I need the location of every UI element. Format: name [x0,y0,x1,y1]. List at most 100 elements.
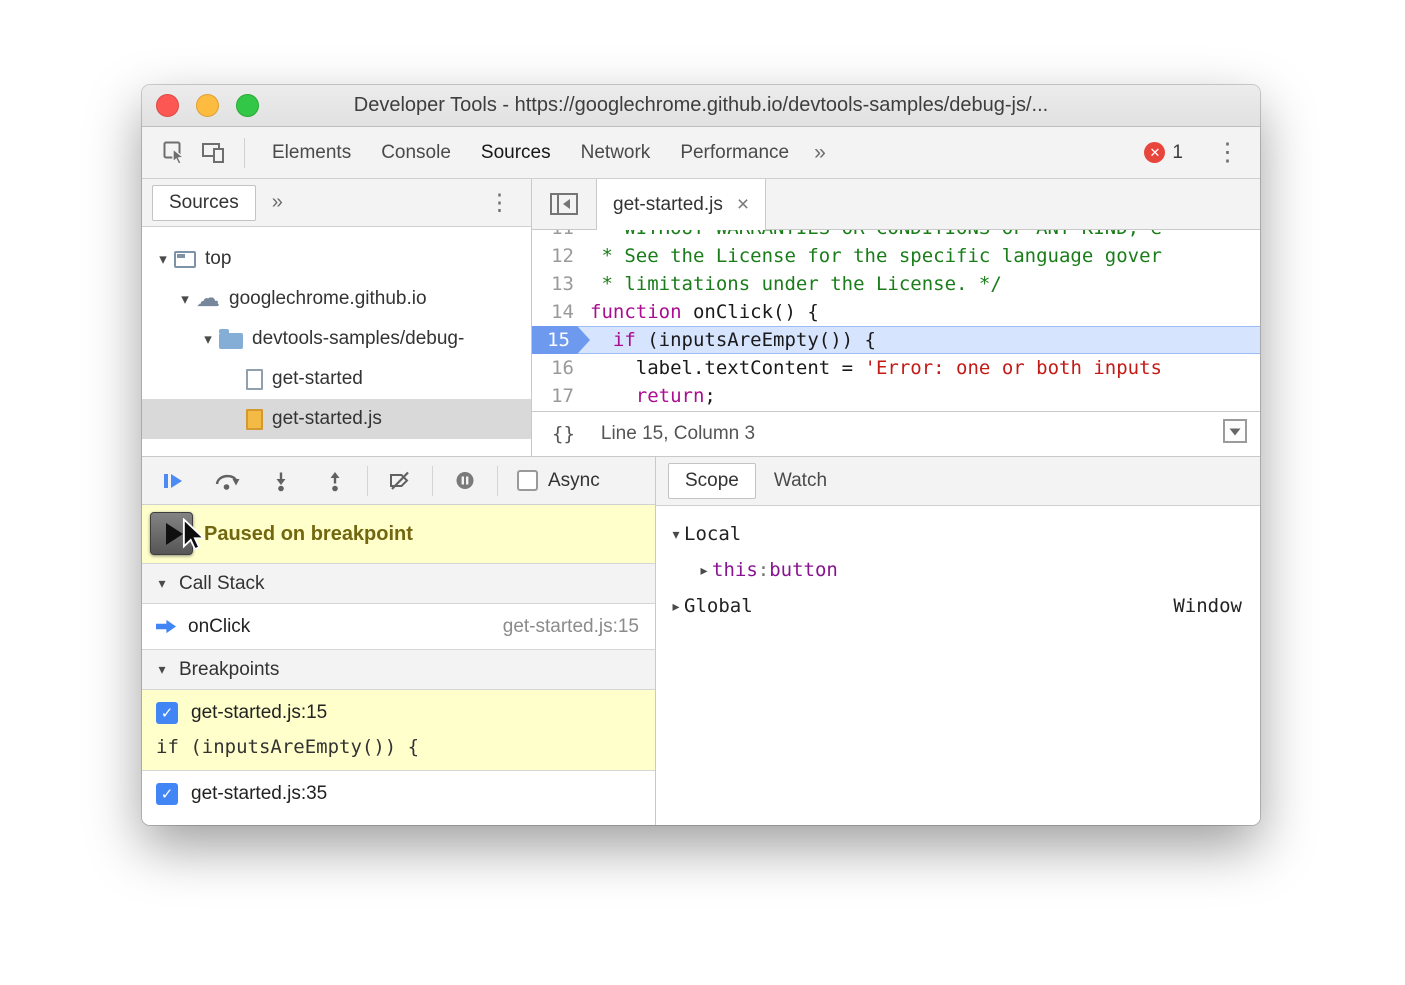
editor-pane: get-started.js × 11 * WITHOUT WARRANTIES… [532,179,1260,456]
async-label: Async [548,470,600,492]
property-value: button [769,559,838,581]
call-stack-header[interactable]: ▾ Call Stack [142,563,655,604]
resume-script-button[interactable] [146,460,200,502]
main-menu-dots-icon[interactable]: ⋮ [1205,140,1250,165]
tab-watch[interactable]: Watch [756,470,845,492]
expand-triangle-icon[interactable]: ▸ [696,562,712,579]
more-panels-chevron[interactable]: » [804,141,836,165]
error-badge[interactable]: ✕ 1 [1144,142,1183,164]
error-icon: ✕ [1144,142,1165,163]
async-checkbox[interactable] [517,470,538,491]
tab-console[interactable]: Console [366,127,466,179]
tree-item-label: googlechrome.github.io [229,288,427,310]
breakpoint-location: get-started.js:15 [191,702,327,724]
tree-item-top[interactable]: ▾ top [142,239,531,279]
cloud-icon: ☁ [196,287,220,311]
tree-item-get-started-js[interactable]: get-started.js [142,399,531,439]
line-number[interactable]: 11 [532,230,590,242]
tab-scope[interactable]: Scope [668,463,756,499]
mouse-cursor-icon [182,518,206,553]
editor-tab-get-started-js[interactable]: get-started.js × [596,179,766,230]
scope-section-name: Global [684,595,753,617]
device-toolbar-icon[interactable] [194,134,232,172]
line-number[interactable]: 14 [532,298,590,326]
code-line[interactable]: 11 * WITHOUT WARRANTIES OR CONDITIONS OF… [532,230,1260,242]
tree-item-get-started[interactable]: get-started [142,359,531,399]
breakpoint-checkbox[interactable]: ✓ [156,702,178,724]
navigator-sidebar: Sources » ⋮ ▾ top ▾ ☁ googlechrome.githu… [142,179,532,456]
breakpoint-location: get-started.js:35 [191,783,327,805]
folder-icon [219,333,243,349]
js-file-icon [246,409,263,430]
scope-local-section[interactable]: ▾ Local [656,516,1260,552]
collapse-triangle-icon[interactable]: ▾ [154,575,170,592]
more-navigator-tabs-chevron[interactable]: » [272,191,283,214]
code-line[interactable]: 13 * limitations under the License. */ [532,270,1260,298]
tab-performance[interactable]: Performance [665,127,804,179]
active-frame-arrow-icon [156,619,176,634]
tree-item-label: devtools-samples/debug- [252,328,464,350]
breakpoint-item[interactable]: ✓ get-started.js:15 if (inputsAreEmpty()… [142,690,655,771]
panel-dropdown-icon[interactable] [1222,418,1248,450]
scope-content: ▾ Local ▸ this : button ▸ Global Window [656,506,1260,624]
call-stack-frame[interactable]: onClick get-started.js:15 [142,604,655,649]
tab-network[interactable]: Network [566,127,666,179]
titlebar[interactable]: Developer Tools - https://googlechrome.g… [142,85,1260,127]
breakpoint-code-snippet: if (inputsAreEmpty()) { [156,736,639,758]
toolbar-divider [244,138,245,168]
breakpoint-item[interactable]: ✓ get-started.js:35 [142,771,655,817]
step-into-button[interactable] [254,460,308,502]
code-line[interactable]: 16 label.textContent = 'Error: one or bo… [532,354,1260,382]
frame-location: get-started.js:15 [503,616,639,638]
sources-upper-split: Sources » ⋮ ▾ top ▾ ☁ googlechrome.githu… [142,179,1260,457]
close-tab-icon[interactable]: × [737,193,749,217]
zoom-window-button[interactable] [236,94,259,117]
expand-triangle-icon[interactable]: ▸ [668,598,684,615]
debugger-toolbar-divider [497,466,498,496]
close-window-button[interactable] [156,94,179,117]
expand-triangle-icon[interactable]: ▾ [152,250,174,268]
navigator-toggle-icon[interactable] [532,192,596,216]
scope-this-row[interactable]: ▸ this : button [656,552,1260,588]
tree-item-domain[interactable]: ▾ ☁ googlechrome.github.io [142,279,531,319]
debugger-toolbar: Async [142,457,655,505]
inspect-icon[interactable] [156,134,194,172]
frame-function-name: onClick [188,616,250,638]
file-tree: ▾ top ▾ ☁ googlechrome.github.io ▾ devto… [142,227,531,439]
tab-elements[interactable]: Elements [257,127,366,179]
scope-pane: Scope Watch ▾ Local ▸ this : button ▸ Gl… [656,457,1260,825]
line-number[interactable]: 12 [532,242,590,270]
main-toolbar: Elements Console Sources Network Perform… [142,127,1260,179]
cursor-position: Line 15, Column 3 [601,423,755,445]
line-number[interactable]: 13 [532,270,590,298]
property-separator: : [758,559,769,581]
navigator-menu-dots-icon[interactable]: ⋮ [478,191,521,214]
code-line[interactable]: 12 * See the License for the specific la… [532,242,1260,270]
breakpoint-checkbox[interactable]: ✓ [156,783,178,805]
tree-item-folder[interactable]: ▾ devtools-samples/debug- [142,319,531,359]
line-number[interactable]: 16 [532,354,590,382]
line-number[interactable]: 17 [532,382,590,410]
code-line[interactable]: 14 function onClick() { [532,298,1260,326]
expand-triangle-icon[interactable]: ▾ [197,330,219,348]
scope-tabbar: Scope Watch [656,457,1260,506]
step-out-button[interactable] [308,460,362,502]
scope-section-name: Local [684,523,741,545]
collapse-triangle-icon[interactable]: ▾ [668,526,684,543]
expand-triangle-icon[interactable]: ▾ [174,290,196,308]
minimize-window-button[interactable] [196,94,219,117]
tab-sources[interactable]: Sources [466,127,566,179]
breakpoints-header[interactable]: ▾ Breakpoints [142,649,655,690]
play-icon [166,523,183,545]
tab-sources-navigator[interactable]: Sources [152,185,256,221]
pause-on-exceptions-button[interactable] [438,460,492,502]
code-editor[interactable]: 11 * WITHOUT WARRANTIES OR CONDITIONS OF… [532,230,1260,411]
deactivate-breakpoints-button[interactable] [373,460,427,502]
execution-line-marker[interactable]: 15 [532,326,590,354]
scope-global-section[interactable]: ▸ Global Window [656,588,1260,624]
collapse-triangle-icon[interactable]: ▾ [154,661,170,678]
pretty-print-icon[interactable]: {} [552,423,575,445]
execution-line[interactable]: 15 if (inputsAreEmpty()) { [532,326,1260,354]
code-line[interactable]: 17 return; [532,382,1260,410]
step-over-button[interactable] [200,460,254,502]
